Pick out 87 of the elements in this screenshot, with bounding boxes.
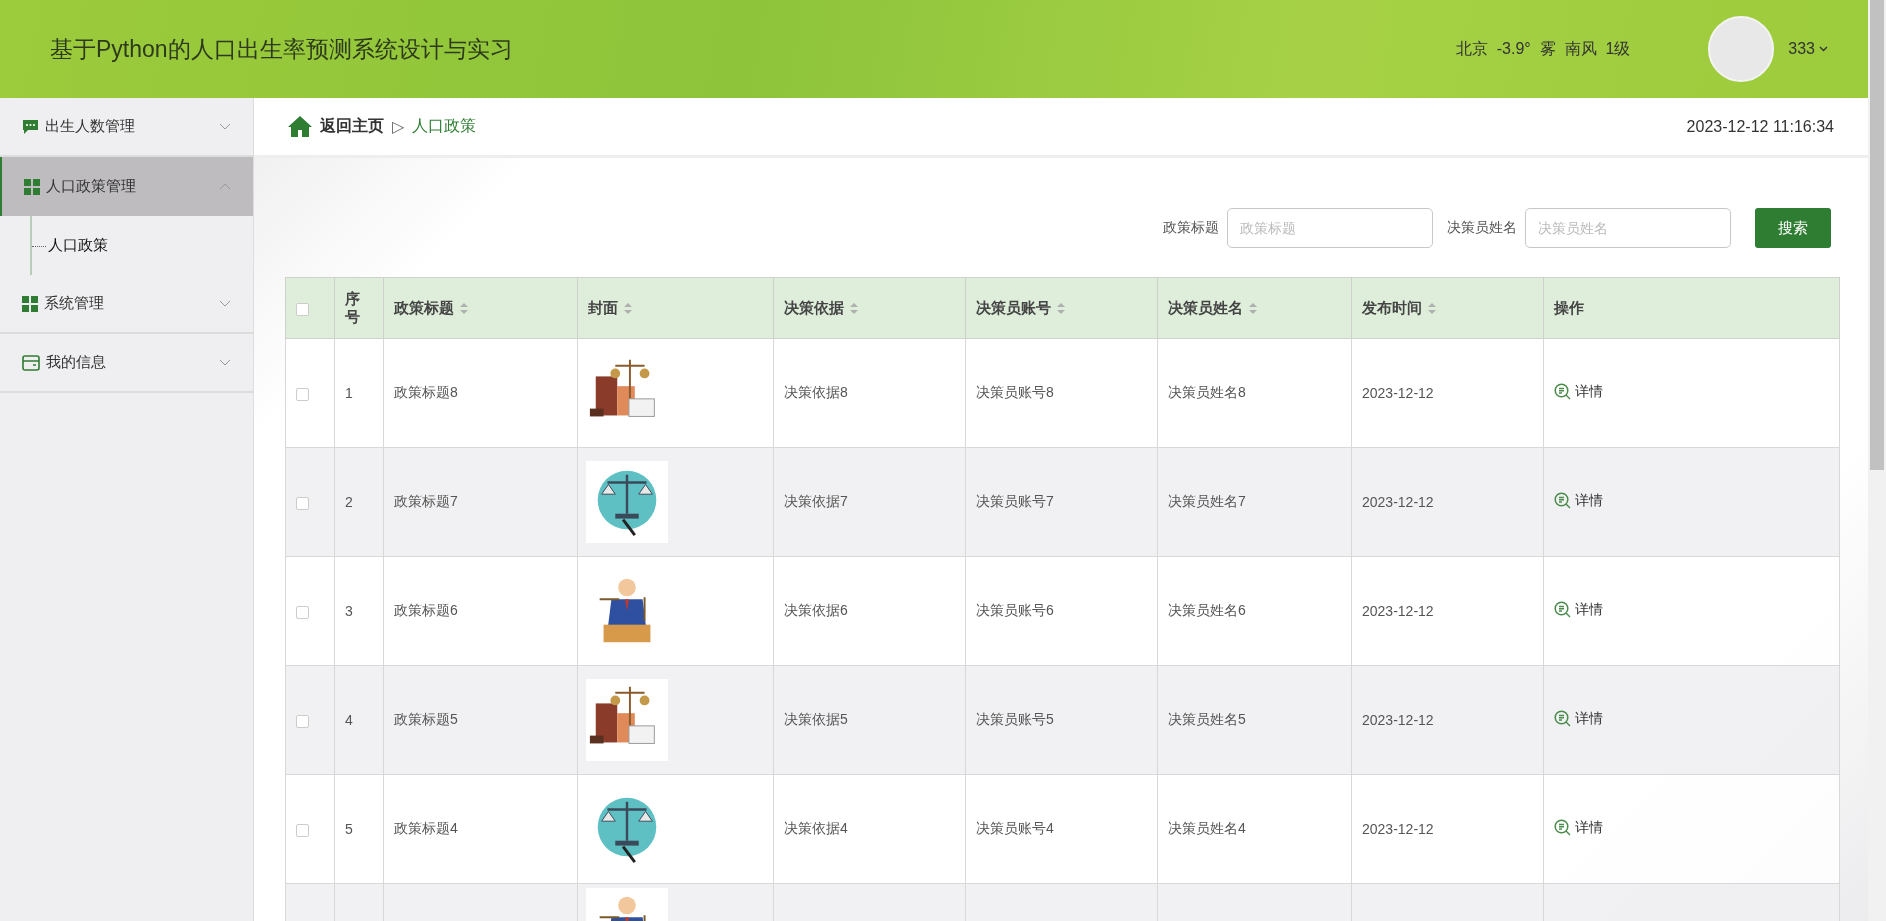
table-cell-text: 2023-12-12 (1362, 712, 1434, 728)
details-icon (1554, 383, 1571, 401)
details-link[interactable]: 详情 (1554, 818, 1603, 837)
table-cell-text: 政策标题7 (394, 493, 458, 509)
table-cell-text: 决策员姓名6 (1168, 602, 1246, 618)
checkbox[interactable] (296, 303, 309, 317)
chevron-icon (219, 183, 231, 190)
column-header[interactable]: 决策依据 (784, 298, 858, 318)
details-link[interactable]: 详情 (1554, 382, 1603, 401)
card-icon (22, 354, 40, 371)
weather-text: 北京 -3.9° 雾 南风 1级 (1455, 38, 1631, 59)
separator-glyph: ▷ (392, 117, 405, 136)
checkbox[interactable] (296, 496, 309, 510)
table-cell-text: 1 (345, 385, 353, 401)
chevron-icon (219, 300, 231, 307)
column-header[interactable]: 政策标题 (394, 298, 468, 318)
table-cell-text: 决策员姓名5 (1168, 711, 1246, 727)
sidebar-group[interactable]: 系统管理 (0, 275, 253, 334)
grid-icon (24, 178, 40, 195)
table-cell-text: 2 (345, 494, 353, 510)
sort-icon[interactable] (624, 302, 632, 314)
table-cell-text: 4 (345, 712, 353, 728)
details-link[interactable]: 详情 (1554, 709, 1603, 728)
table-cell-text: 决策员账号4 (976, 820, 1054, 836)
details-icon (1554, 710, 1571, 728)
table-cell-text: 决策员账号8 (976, 384, 1054, 400)
column-header: 序号 (345, 290, 361, 326)
table-cell-text: 2023-12-12 (1362, 603, 1434, 619)
checkbox[interactable] (296, 823, 309, 837)
sort-icon[interactable] (1428, 302, 1436, 314)
chat-bubble-icon (22, 118, 39, 135)
details-link[interactable]: 详情 (1554, 600, 1603, 619)
checkbox[interactable] (296, 714, 309, 728)
table-cell-text: 2023-12-12 (1362, 821, 1434, 837)
chevron-icon (219, 359, 231, 366)
table-cell-text: 决策员账号5 (976, 711, 1054, 727)
checkbox[interactable] (296, 605, 309, 619)
home-link[interactable]: 返回主页 (288, 116, 384, 137)
table-cell-text: 3 (345, 603, 353, 619)
table-cell-text: 政策标题6 (394, 602, 458, 618)
home-icon (288, 116, 312, 137)
sort-icon[interactable] (850, 302, 858, 314)
scrollbar[interactable] (1868, 0, 1886, 921)
table-cell-text: 2023-12-12 (1362, 494, 1434, 510)
user-menu[interactable]: 333 (1788, 40, 1828, 58)
table-cell-text: 决策员姓名4 (1168, 820, 1246, 836)
sort-icon[interactable] (1057, 302, 1065, 314)
table-cell-text: 政策标题8 (394, 384, 458, 400)
checkbox[interactable] (296, 387, 309, 401)
sort-icon[interactable] (1249, 302, 1257, 314)
field-label: 决策员姓名 (1447, 219, 1517, 237)
search-field[interactable]: 政策标题 (1227, 208, 1433, 248)
column-header[interactable]: 决策员姓名 (1168, 298, 1257, 318)
breadcrumb-current: 人口政策 (412, 116, 478, 136)
details-icon (1554, 492, 1571, 510)
sort-icon[interactable] (460, 302, 468, 314)
table-cell-text: 决策依据7 (784, 493, 848, 509)
table-cell-text: 决策依据5 (784, 711, 848, 727)
sidebar-group[interactable]: 我的信息 (0, 334, 253, 393)
column-header[interactable]: 发布时间 (1362, 298, 1436, 318)
table-cell-text: 2023-12-12 (1362, 385, 1434, 401)
table-cell-text: 政策标题4 (394, 820, 458, 836)
table-cell-text: 5 (345, 821, 353, 837)
details-icon (1554, 819, 1571, 837)
details-link[interactable]: 详情 (1554, 491, 1603, 510)
column-header: 操作 (1554, 298, 1584, 318)
search-button[interactable]: 搜索 (1755, 208, 1831, 248)
table-cell-text: 政策标题5 (394, 711, 458, 727)
table-cell-text: 决策员姓名8 (1168, 384, 1246, 400)
table-cell-text: 决策依据6 (784, 602, 848, 618)
table-cell-text: 决策依据4 (784, 820, 848, 836)
datetime-text: 2023-12-12 11:16:34 (1686, 117, 1834, 136)
table-cell-text: 决策员账号6 (976, 602, 1054, 618)
table-cell-text: 决策员姓名7 (1168, 493, 1246, 509)
column-header[interactable]: 封面 (588, 298, 632, 318)
sidebar-group[interactable]: 人口政策管理 (0, 157, 253, 216)
details-icon (1554, 601, 1571, 619)
field-label: 政策标题 (1163, 219, 1219, 237)
search-field[interactable]: 决策员姓名 (1525, 208, 1731, 248)
grid-icon (22, 295, 38, 312)
table-cell-text: 决策依据8 (784, 384, 848, 400)
app-title: 基于Python的人口出生率预测系统设计与实习 (50, 34, 514, 64)
sidebar-item[interactable]: 人口政策 (32, 226, 253, 265)
chevron-icon (219, 123, 231, 130)
caret-icon (1819, 46, 1828, 52)
column-header[interactable]: 决策员账号 (976, 298, 1065, 318)
table-cell-text: 决策员账号7 (976, 493, 1054, 509)
